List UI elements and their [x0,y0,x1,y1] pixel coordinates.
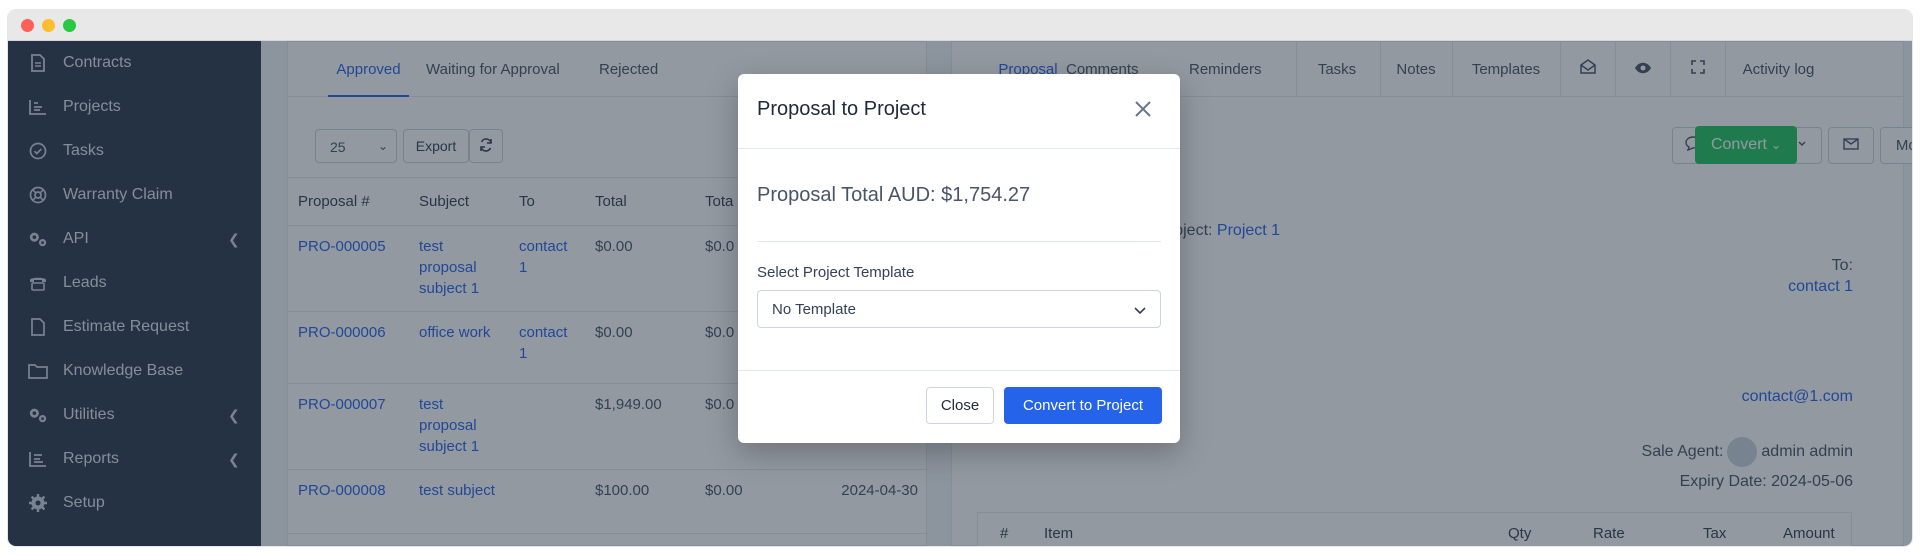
minimize-window-button[interactable] [42,19,55,32]
proposal-to-project-modal: Proposal to Project Proposal Total AUD: … [738,74,1180,443]
close-icon[interactable] [1132,98,1154,120]
close-button[interactable]: Close [926,387,994,424]
close-window-button[interactable] [21,19,34,32]
convert-to-project-button[interactable]: Convert to Project [1004,387,1162,424]
project-template-label: Select Project Template [757,264,915,281]
chevron-down-icon [1134,302,1146,319]
project-template-select[interactable]: No Template [757,290,1161,328]
proposal-total: Proposal Total AUD: $1,754.27 [757,184,1031,206]
window-titlebar [8,10,1912,41]
modal-title: Proposal to Project [757,98,926,120]
maximize-window-button[interactable] [63,19,76,32]
